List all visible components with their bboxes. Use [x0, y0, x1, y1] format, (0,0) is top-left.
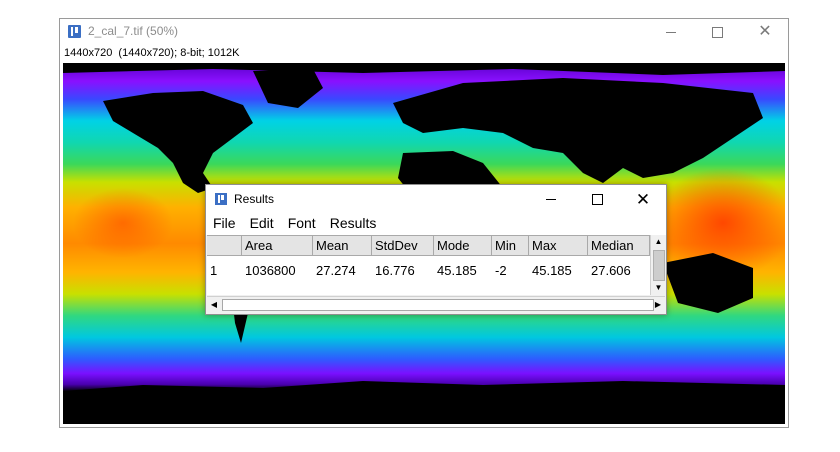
- cell-index: 1: [210, 263, 218, 278]
- cell-area: 1036800: [245, 263, 296, 278]
- close-icon: ✕: [758, 23, 772, 40]
- scroll-down-arrow-icon[interactable]: ▼: [651, 281, 666, 295]
- results-window: Results ✕ File Edit Font Results Area Me…: [205, 184, 667, 315]
- cell-max: 45.185: [532, 263, 572, 278]
- maximize-button[interactable]: [694, 19, 740, 45]
- cell-stddev: 16.776: [375, 263, 415, 278]
- vertical-scrollbar[interactable]: ▲ ▼: [650, 235, 666, 295]
- results-maximize-button[interactable]: [574, 185, 620, 213]
- column-header-area[interactable]: Area: [242, 235, 313, 256]
- column-header-max[interactable]: Max: [529, 235, 588, 256]
- minimize-button[interactable]: [648, 19, 694, 45]
- table-row[interactable]: 1 1036800 27.274 16.776 45.185 -2 45.185…: [207, 261, 650, 281]
- results-titlebar[interactable]: Results ✕: [206, 185, 666, 213]
- results-close-button[interactable]: ✕: [620, 185, 666, 213]
- image-window-title: 2_cal_7.tif (50%): [88, 24, 179, 38]
- close-icon: ✕: [635, 189, 651, 209]
- results-menubar: File Edit Font Results: [206, 213, 666, 235]
- column-header-index[interactable]: [207, 235, 242, 256]
- column-header-mode[interactable]: Mode: [434, 235, 492, 256]
- cell-median: 27.606: [591, 263, 631, 278]
- scroll-right-arrow-icon[interactable]: ▶: [651, 297, 665, 312]
- scroll-up-arrow-icon[interactable]: ▲: [651, 235, 666, 249]
- cell-min: -2: [495, 263, 507, 278]
- image-info-line: 1440x720 (1440x720); 8-bit; 1012K: [64, 47, 240, 59]
- cell-mean: 27.274: [316, 263, 356, 278]
- maximize-icon: [711, 26, 723, 38]
- table-header-row: Area Mean StdDev Mode Min Max Median: [207, 235, 650, 257]
- results-table[interactable]: Area Mean StdDev Mode Min Max Median 1 1…: [207, 235, 650, 295]
- menu-edit[interactable]: Edit: [243, 213, 281, 235]
- scroll-left-arrow-icon[interactable]: ◀: [207, 297, 221, 312]
- imagej-app-icon: [68, 25, 81, 38]
- horizontal-scrollbar[interactable]: ◀ ▶: [207, 296, 665, 312]
- menu-file[interactable]: File: [206, 213, 243, 235]
- menu-font[interactable]: Font: [281, 213, 323, 235]
- results-window-title: Results: [234, 192, 275, 206]
- minimize-icon: [666, 31, 676, 33]
- cell-mode: 45.185: [437, 263, 477, 278]
- image-window-titlebar[interactable]: 2_cal_7.tif (50%) ✕: [60, 19, 788, 45]
- imagej-app-icon: [215, 193, 227, 205]
- minimize-icon: [546, 198, 556, 200]
- horizontal-scroll-thumb[interactable]: [222, 299, 654, 311]
- column-header-stddev[interactable]: StdDev: [372, 235, 434, 256]
- column-header-median[interactable]: Median: [588, 235, 650, 256]
- column-header-min[interactable]: Min: [492, 235, 529, 256]
- close-button[interactable]: ✕: [742, 19, 788, 45]
- maximize-icon: [591, 193, 603, 205]
- vertical-scroll-thumb[interactable]: [653, 250, 665, 281]
- column-header-mean[interactable]: Mean: [313, 235, 372, 256]
- results-minimize-button[interactable]: [528, 185, 574, 213]
- menu-results[interactable]: Results: [323, 213, 384, 235]
